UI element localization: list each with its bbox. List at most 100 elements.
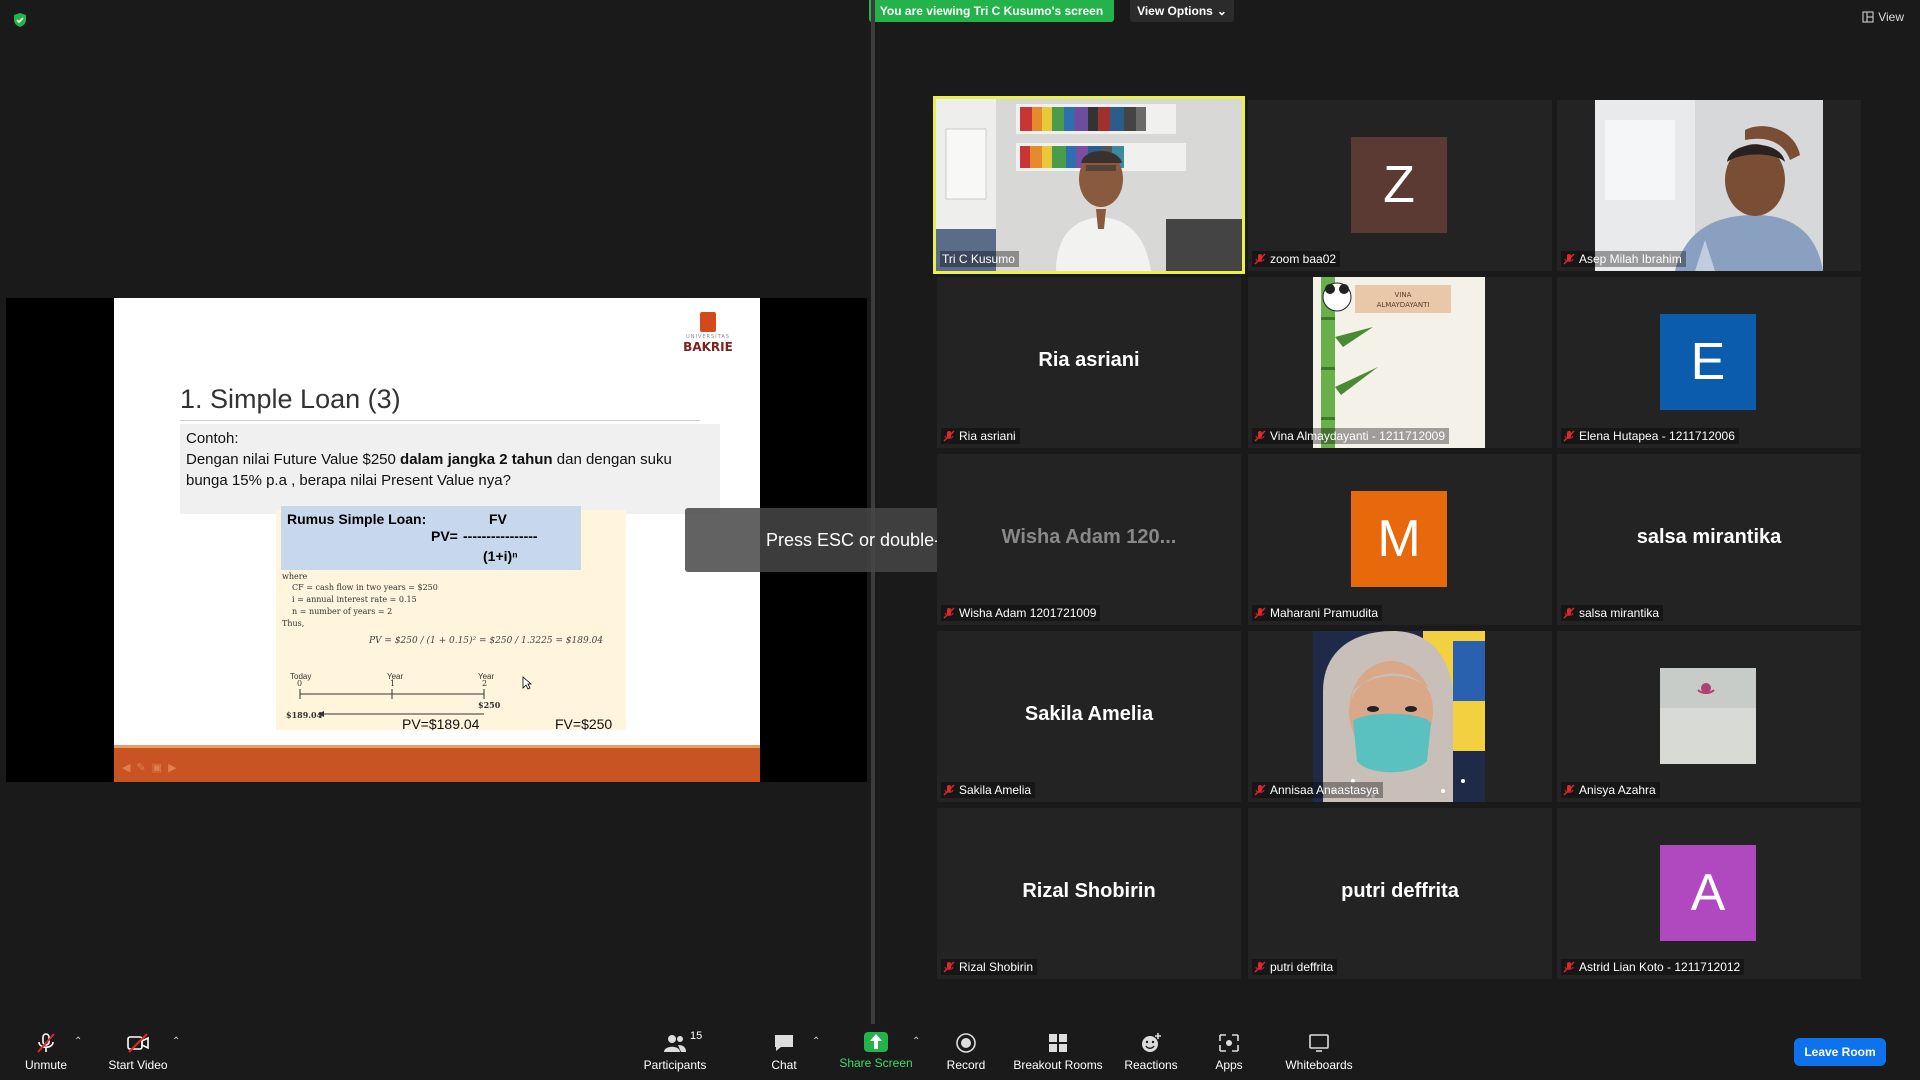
slide-title: 1. Simple Loan (3) (180, 384, 401, 414)
question-text-a: Dengan nilai Future Value $250 (186, 451, 401, 468)
share-screen-icon (864, 1032, 888, 1052)
participant-name-label: Vina Almaydayanti - 1211712009 (1252, 428, 1450, 444)
reactions-button[interactable]: Reactions (1122, 1024, 1180, 1080)
participant-display-name: Sakila Amelia (1024, 703, 1154, 725)
where-label: where (282, 572, 308, 581)
mic-muted-icon (1563, 607, 1575, 619)
participants-label: Participants (643, 1058, 707, 1072)
fv-result-label: FV=$250 (555, 716, 613, 732)
start-video-button[interactable]: Start Video (104, 1024, 172, 1080)
view-button[interactable]: View (1862, 10, 1904, 24)
mic-muted-icon (943, 430, 955, 442)
participant-name: Annisaa Anaastasya (1270, 783, 1379, 797)
timeline-fv-amount: $250 (478, 700, 501, 710)
participant-name-label: Elena Hutapea - 1211712006 (1561, 428, 1739, 444)
video-options-caret-icon[interactable]: ⌃ (172, 1036, 180, 1047)
unmute-button[interactable]: Unmute (18, 1024, 74, 1080)
participant-tile[interactable]: Anisya Azahra (1557, 631, 1861, 802)
breakout-rooms-button[interactable]: Breakout Rooms (1013, 1024, 1103, 1080)
participant-tile[interactable]: M Maharani Pramudita (1248, 454, 1552, 625)
participant-tile[interactable]: Rizal Shobirin Rizal Shobirin (937, 808, 1241, 979)
whiteboard-icon (1309, 1034, 1329, 1052)
participant-tile[interactable]: Annisaa Anaastasya (1248, 631, 1552, 802)
view-options-button[interactable]: View Options ⌄ (1130, 0, 1234, 22)
formula-pv: PV= (431, 528, 458, 544)
participant-name-label: Asep Milah Ibrahim (1561, 251, 1686, 267)
participant-tile[interactable]: VINA ALMAYDAYANTI Vina Almaydayanti - 12… (1248, 277, 1552, 448)
mic-off-icon (37, 1033, 55, 1053)
participant-name: Elena Hutapea - 1211712006 (1579, 429, 1735, 443)
participant-tile[interactable]: A Astrid Lian Koto - 1211712012 (1557, 808, 1861, 979)
leave-room-button[interactable]: Leave Room (1794, 1038, 1886, 1066)
title-divider (180, 420, 700, 421)
formula-numerator: FV (489, 511, 507, 527)
record-icon (956, 1033, 976, 1053)
share-screen-button[interactable]: Share Screen (839, 1024, 913, 1080)
participant-tile[interactable]: salsa mirantika salsa mirantika (1557, 454, 1861, 625)
participant-tile[interactable]: Asep Milah Ibrahim (1557, 100, 1861, 271)
pv-calculation: PV = $250 / (1 + 0.15)² = $250 / 1.3225 … (369, 636, 604, 646)
avatar: Z (1351, 137, 1447, 233)
mic-muted-icon (1563, 784, 1575, 796)
whiteboards-button[interactable]: Whiteboards (1282, 1024, 1356, 1080)
participant-name-label: Anisya Azahra (1561, 782, 1660, 798)
vina-badge-line1: VINA (1395, 291, 1412, 299)
video-feed-speaker (936, 99, 1242, 271)
participant-tile[interactable]: Ria asriani Ria asriani (937, 277, 1241, 448)
participant-tile[interactable]: Wisha Adam 120... Wisha Adam 1201721009 (937, 454, 1241, 625)
participants-count: 15 (690, 1030, 703, 1042)
chat-options-caret-icon[interactable]: ⌃ (812, 1036, 820, 1047)
chat-button[interactable]: Chat (764, 1024, 804, 1080)
record-button[interactable]: Record (942, 1024, 990, 1080)
formula-fraction-line: ---------------- (463, 528, 538, 544)
viewing-screen-banner: You are viewing Tri C Kusumo's screen (869, 0, 1114, 22)
participant-tile[interactable]: Z zoom baa02 (1248, 100, 1552, 271)
audio-options-caret-icon[interactable]: ⌃ (74, 1036, 82, 1047)
participant-display-name: Wisha Adam 120... (1001, 526, 1177, 548)
participant-display-name: putri deffrita (1341, 880, 1459, 902)
mic-muted-icon (1563, 430, 1575, 442)
participant-tile[interactable]: Sakila Amelia Sakila Amelia (937, 631, 1241, 802)
logo-name-text: BAKRIE (683, 340, 733, 354)
avatar: E (1660, 314, 1756, 410)
participant-name: Maharani Pramudita (1270, 606, 1379, 620)
question-line-1: Dengan nilai Future Value $250 dalam jan… (186, 449, 714, 470)
participant-name-label: Wisha Adam 1201721009 (941, 605, 1101, 621)
participant-name: Sakila Amelia (959, 783, 1032, 797)
chevron-down-icon: ⌄ (1216, 4, 1227, 18)
mic-muted-icon (943, 607, 955, 619)
participant-name: Vina Almaydayanti - 1211712009 (1270, 429, 1446, 443)
participant-name-label: Rizal Shobirin (941, 959, 1038, 975)
def-i: i = annual interest rate = 0.15 (292, 595, 417, 604)
chat-label: Chat (771, 1058, 797, 1072)
mic-muted-icon (1254, 784, 1266, 796)
apps-button[interactable]: Apps (1206, 1024, 1252, 1080)
record-label: Record (946, 1058, 986, 1072)
share-screen-label: Share Screen (839, 1056, 913, 1070)
thus-label: Thus, (282, 619, 305, 628)
participant-name-label: Astrid Lian Koto - 1211712012 (1561, 959, 1745, 975)
mic-muted-icon (1254, 607, 1266, 619)
formula-denominator: (1+i)ⁿ (483, 548, 518, 564)
def-cf: CF = cash flow in two years = $250 (292, 583, 438, 592)
question-text-bold: dalam jangka 2 tahun (400, 451, 553, 468)
formula-box: Rumus Simple Loan: FV PV= --------------… (281, 506, 581, 570)
reactions-icon (1142, 1033, 1161, 1052)
mic-muted-icon (943, 784, 955, 796)
participant-name: Astrid Lian Koto - 1211712012 (1579, 960, 1741, 974)
timeline-1: 1 (390, 679, 396, 688)
share-options-caret-icon[interactable]: ⌃ (912, 1036, 920, 1047)
security-shield-icon[interactable] (12, 12, 28, 28)
participant-name-label: Ria asriani (941, 428, 1020, 444)
breakout-rooms-label: Breakout Rooms (1013, 1058, 1103, 1072)
participant-name: Ria asriani (959, 429, 1016, 443)
timeline-2: 2 (482, 679, 488, 688)
participant-name: salsa mirantika (1579, 606, 1660, 620)
participant-display-name: Ria asriani (1038, 349, 1140, 371)
participant-tile[interactable]: Tri C Kusumo (933, 96, 1245, 274)
participant-tile[interactable]: E Elena Hutapea - 1211712006 (1557, 277, 1861, 448)
participant-name-label: zoom baa02 (1252, 251, 1341, 267)
participant-tile[interactable]: putri deffrita putri deffrita (1248, 808, 1552, 979)
slide-nav-controls[interactable]: ◀✎▣▶ (122, 761, 183, 774)
start-video-label: Start Video (108, 1058, 168, 1072)
